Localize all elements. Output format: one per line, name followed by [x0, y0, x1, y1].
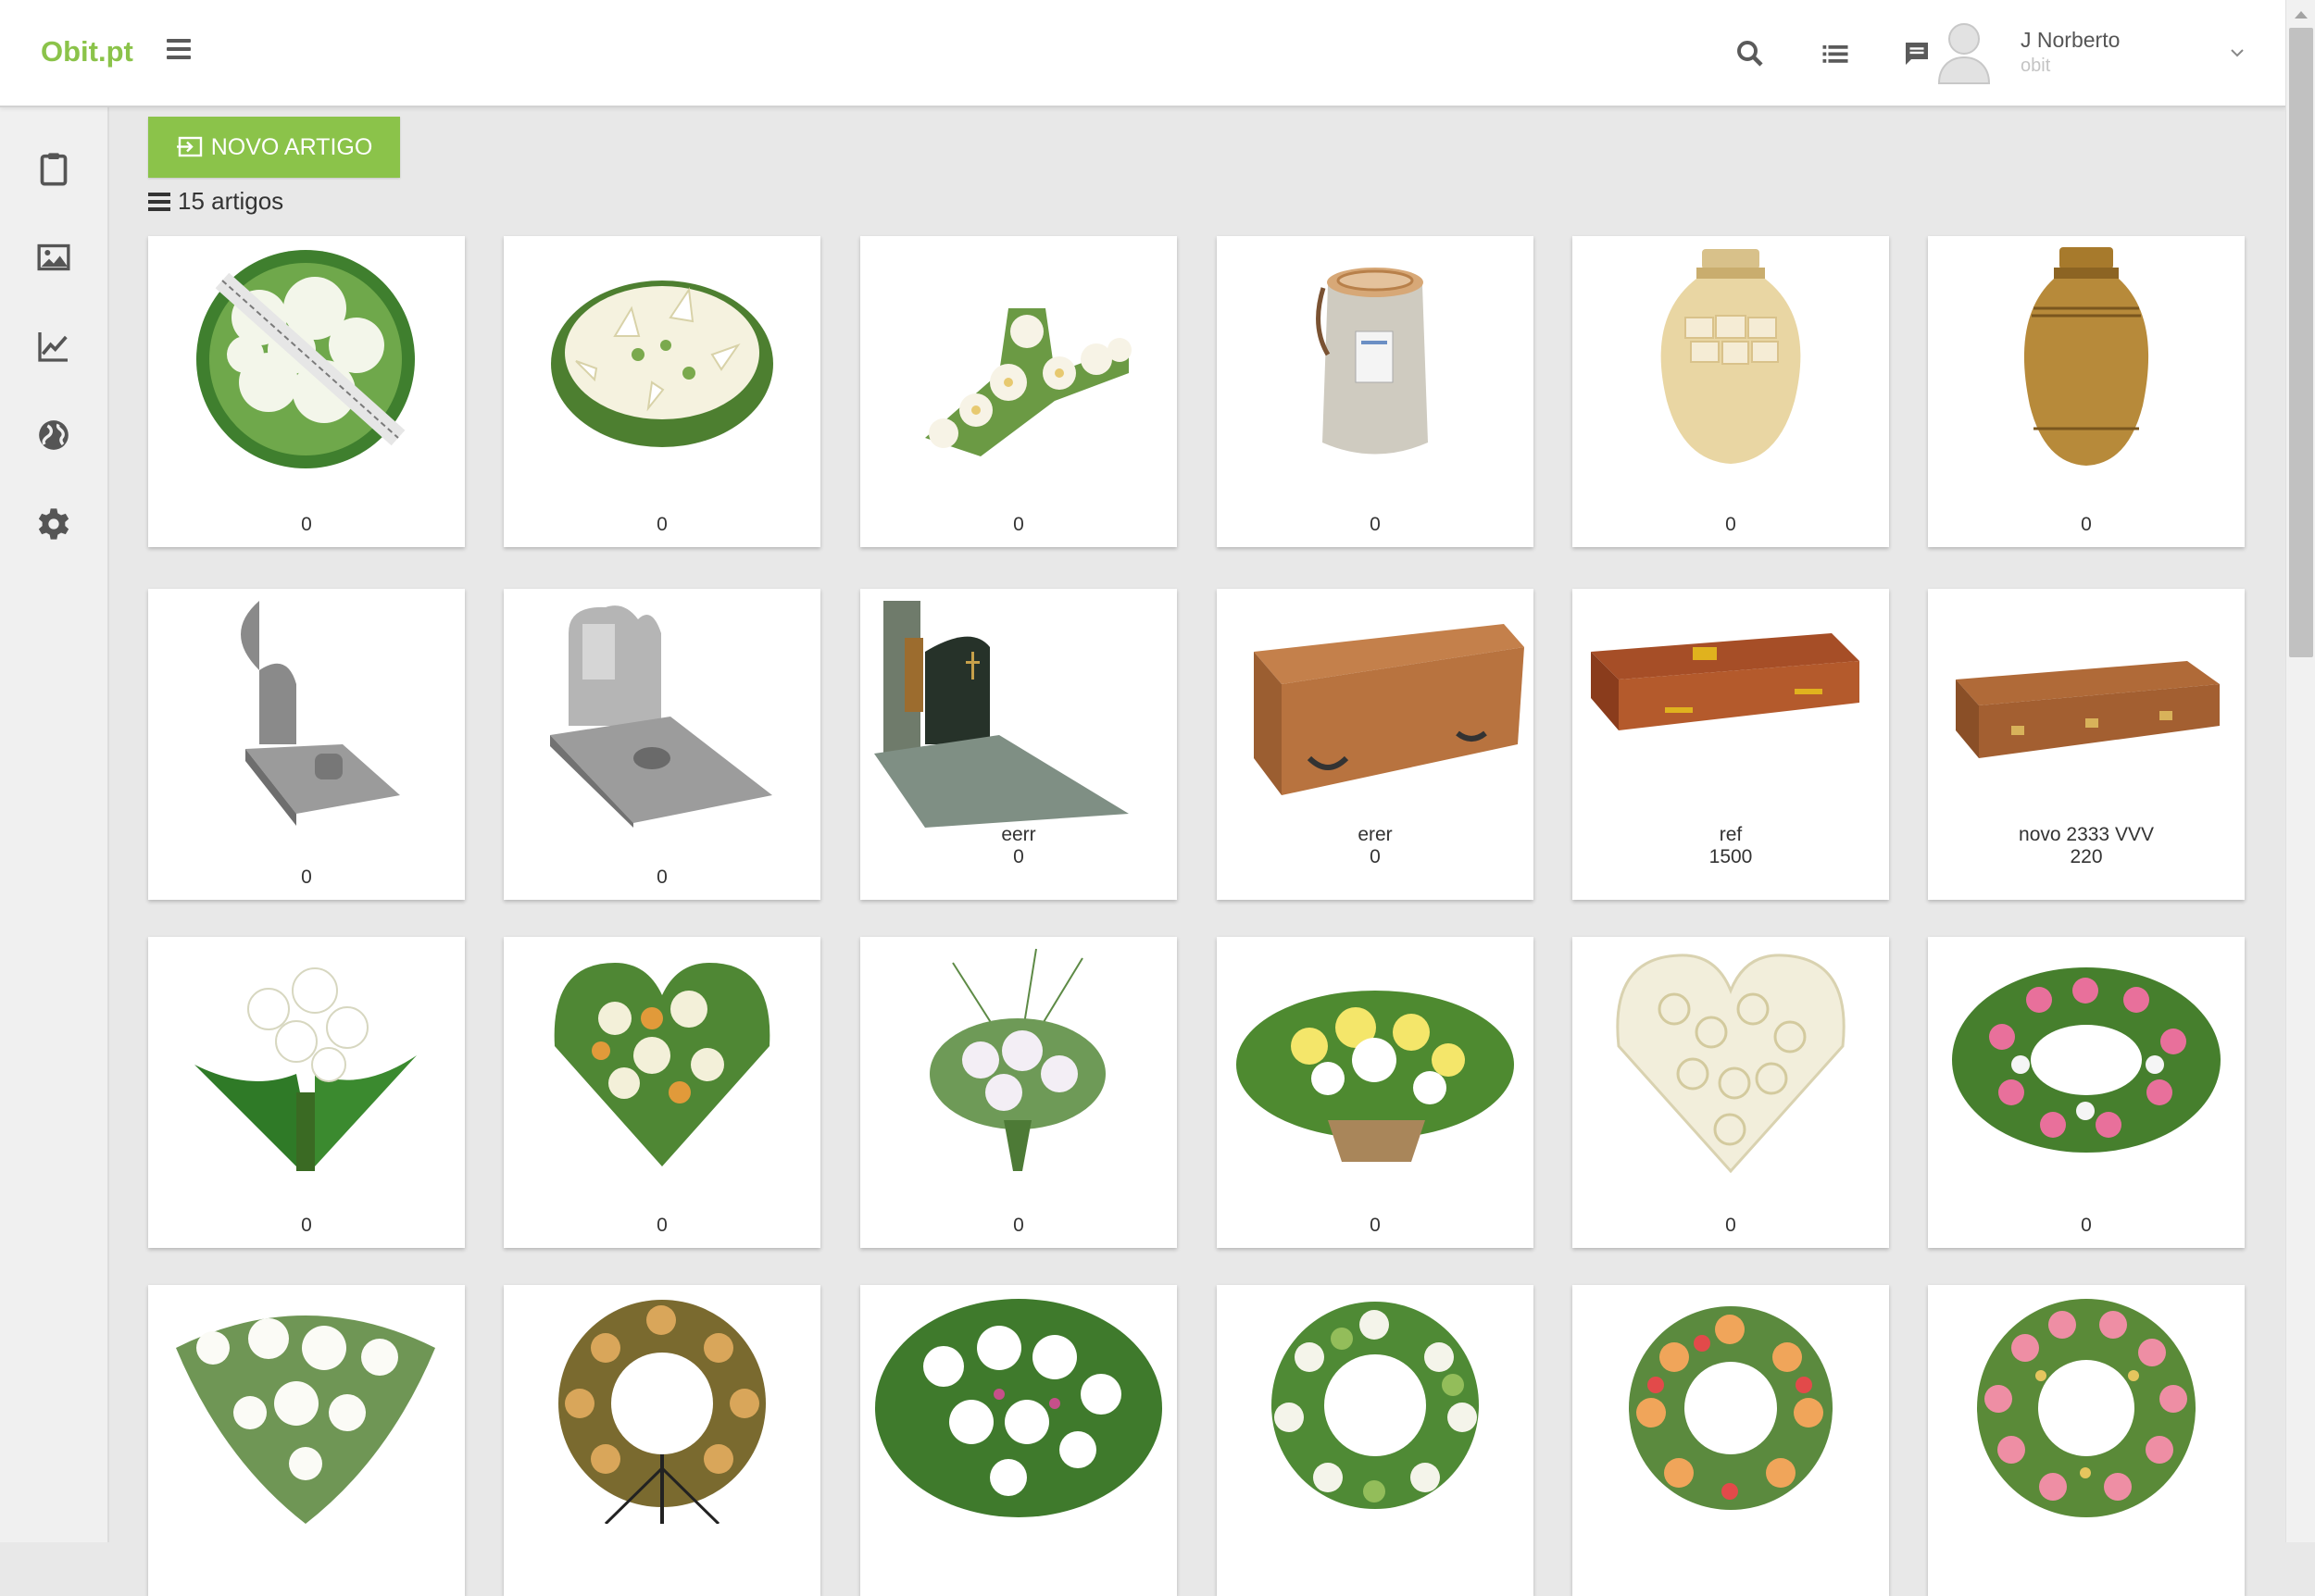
article-card[interactable]: erer 0: [1217, 589, 1533, 900]
product-image: [870, 944, 1168, 1176]
article-card[interactable]: 0: [1928, 937, 2245, 1248]
top-bar: Obit.pt J Norberto obit: [0, 0, 2285, 107]
article-label: erer: [1358, 824, 1393, 845]
globe-icon[interactable]: [35, 417, 72, 454]
article-card[interactable]: 0: [148, 589, 465, 900]
scrollbar[interactable]: [2285, 0, 2315, 1542]
product-image: [1582, 596, 1880, 828]
article-card[interactable]: [1217, 1285, 1533, 1596]
article-card[interactable]: 0: [860, 937, 1177, 1248]
article-value: 0: [2081, 1215, 2092, 1236]
product-image: [1937, 243, 2235, 475]
article-value: 0: [1370, 1215, 1381, 1236]
product-image: [513, 596, 811, 828]
article-value: 0: [1370, 514, 1381, 535]
article-value: 0: [657, 514, 668, 535]
article-count-label: 15 artigos: [178, 187, 284, 215]
article-value: 0: [301, 867, 312, 888]
article-value: 0: [657, 1215, 668, 1236]
article-card[interactable]: 0: [1217, 236, 1533, 547]
article-card[interactable]: 0: [504, 937, 820, 1248]
app-logo[interactable]: Obit.pt: [41, 35, 133, 69]
new-article-button[interactable]: NOVO ARTIGO: [148, 117, 400, 178]
article-card[interactable]: 0: [504, 236, 820, 547]
list-icon[interactable]: [1819, 37, 1852, 70]
enter-icon: [176, 136, 202, 157]
user-name[interactable]: J Norberto: [2021, 28, 2120, 53]
list-lines-icon: [148, 192, 170, 211]
product-image: [1226, 944, 1524, 1176]
chart-icon[interactable]: [35, 328, 72, 365]
new-article-label: NOVO ARTIGO: [210, 133, 373, 160]
product-image: [1582, 944, 1880, 1176]
article-value: 0: [657, 867, 668, 888]
article-value: 0: [1013, 514, 1024, 535]
article-value: 1500: [1708, 846, 1753, 867]
product-image: [157, 596, 456, 828]
product-image: [870, 596, 1168, 828]
product-image: [1226, 1292, 1524, 1524]
chat-icon[interactable]: [1900, 37, 1933, 70]
article-value: 0: [1370, 846, 1381, 867]
product-image: [513, 243, 811, 475]
article-card[interactable]: [504, 1285, 820, 1596]
product-image: [157, 944, 456, 1176]
article-value: 220: [2070, 846, 2103, 867]
product-image: [1582, 1292, 1880, 1524]
article-value: 0: [301, 1215, 312, 1236]
article-label: novo 2333 VVV: [2019, 824, 2154, 845]
product-image: [870, 243, 1168, 475]
sidebar: [0, 107, 109, 1542]
article-card[interactable]: [1572, 1285, 1889, 1596]
article-card[interactable]: [1928, 1285, 2245, 1596]
article-card[interactable]: [148, 1285, 465, 1596]
scroll-thumb[interactable]: [2289, 28, 2313, 657]
article-label: eerr: [1001, 824, 1036, 845]
article-card[interactable]: 0: [1217, 937, 1533, 1248]
image-icon[interactable]: [35, 239, 72, 276]
article-value: 0: [1013, 846, 1024, 867]
product-image: [1937, 596, 2235, 828]
article-card[interactable]: eerr 0: [860, 589, 1177, 900]
user-subtitle: obit: [2021, 56, 2051, 76]
article-value: 0: [1013, 1215, 1024, 1236]
scroll-up-icon[interactable]: [2295, 11, 2308, 19]
article-card[interactable]: 0: [1572, 236, 1889, 547]
product-image: [1582, 243, 1880, 475]
article-card[interactable]: 0: [504, 589, 820, 900]
article-card[interactable]: 0: [148, 937, 465, 1248]
product-image: [157, 243, 456, 475]
product-image: [1226, 596, 1524, 828]
gear-icon[interactable]: [35, 505, 72, 542]
article-value: 0: [1725, 1215, 1736, 1236]
product-image: [1937, 944, 2235, 1176]
hamburger-icon[interactable]: [167, 39, 191, 59]
chevron-down-icon[interactable]: [2228, 46, 2246, 59]
article-value: 0: [1725, 514, 1736, 535]
article-card[interactable]: 0: [860, 236, 1177, 547]
article-card[interactable]: 0: [148, 236, 465, 547]
article-value: 0: [301, 514, 312, 535]
clipboard-icon[interactable]: [35, 150, 72, 187]
article-card[interactable]: [860, 1285, 1177, 1596]
article-card[interactable]: 0: [1572, 937, 1889, 1248]
product-image: [1937, 1292, 2235, 1524]
product-image: [513, 1292, 811, 1526]
article-card[interactable]: ref 1500: [1572, 589, 1889, 900]
product-image: [870, 1292, 1168, 1524]
article-value: 0: [2081, 514, 2092, 535]
avatar[interactable]: [1935, 19, 1993, 85]
product-image: [513, 944, 811, 1176]
article-card[interactable]: 0: [1928, 236, 2245, 547]
product-image: [1226, 243, 1524, 475]
article-count: 15 artigos: [148, 187, 283, 216]
product-image: [157, 1292, 456, 1524]
article-card[interactable]: novo 2333 VVV 220: [1928, 589, 2245, 900]
search-icon[interactable]: [1733, 37, 1767, 70]
article-label: ref: [1719, 824, 1743, 845]
